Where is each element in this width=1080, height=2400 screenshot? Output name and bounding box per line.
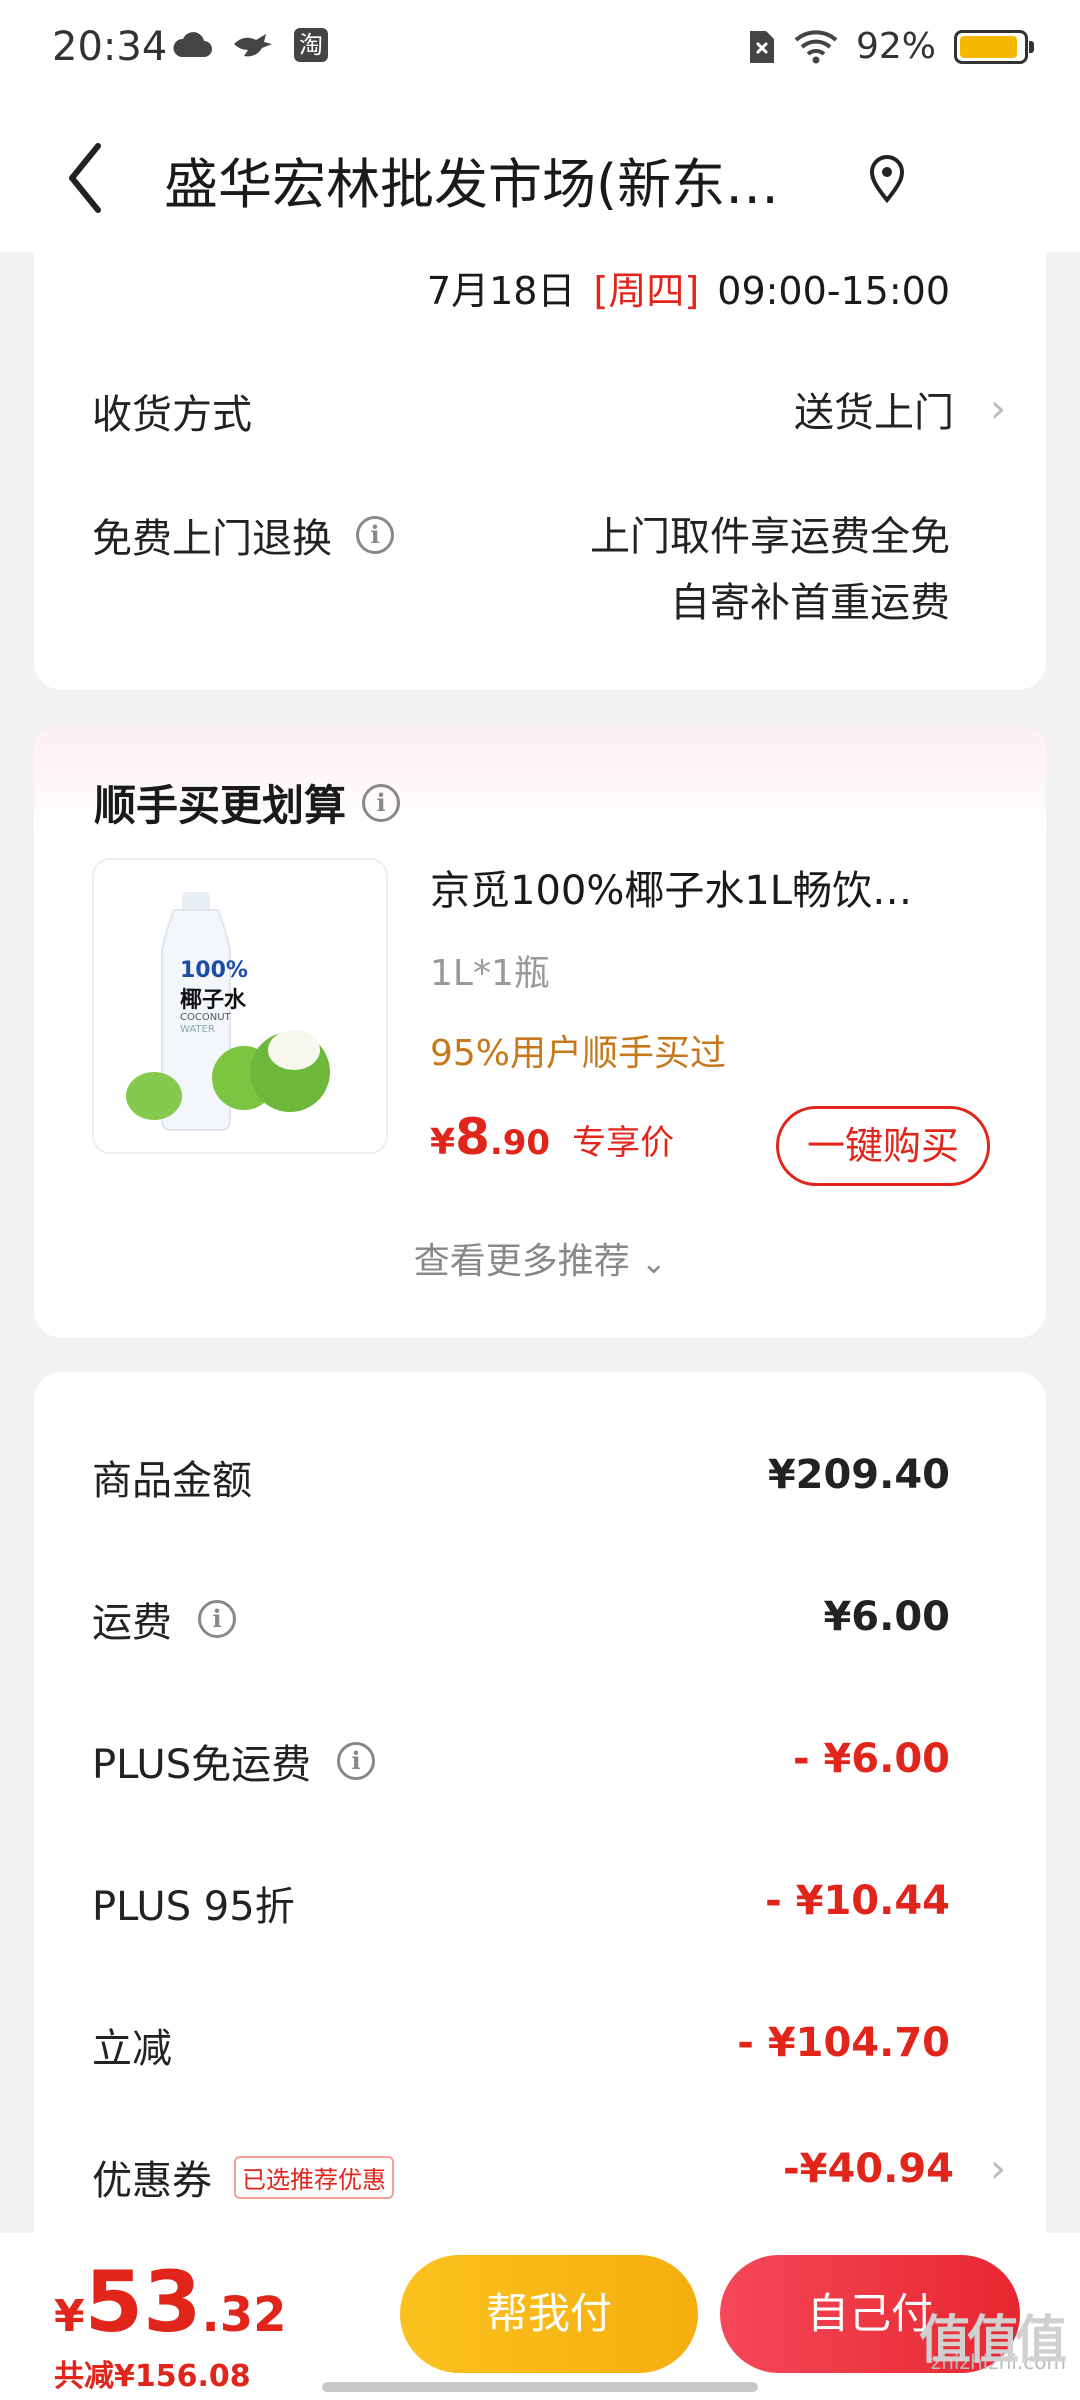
social-proof: 95%用户顺手买过 — [430, 1033, 727, 1074]
watermark: 值值值 zhizhizhi.com — [919, 2311, 1067, 2374]
cloud-icon — [173, 32, 212, 57]
delivery-time[interactable]: 7月18日 [周四] 09:00-15:00 — [427, 260, 950, 315]
info-icon[interactable]: i — [356, 516, 394, 554]
product-image[interactable]: 100% 椰子水 COCONUT WATER — [92, 858, 388, 1154]
bottle-text-2: 椰子水 — [180, 988, 247, 1013]
delivery-date: 7月18日 — [426, 269, 576, 313]
price-int: 8 — [455, 1108, 490, 1166]
see-more-label: 查看更多推荐 — [413, 1241, 630, 1282]
shipping-label: 运费 — [92, 1600, 172, 1646]
coupon-label: 优惠券 — [92, 2158, 212, 2204]
status-bar: 20:34 淘 92% — [0, 0, 1080, 100]
subtotal-label: 商品金额 — [92, 1458, 252, 1504]
quick-buy-button[interactable]: 一键购买 — [776, 1106, 990, 1186]
free-return-line2: 自寄补首重运费 — [670, 580, 950, 626]
plus-discount-value: - ¥10.44 — [765, 1878, 950, 1924]
total-currency: ¥ — [54, 2291, 85, 2342]
subtotal-value: ¥209.40 — [767, 1452, 950, 1498]
total-dec: .32 — [201, 2287, 287, 2343]
recommend-title: 顺手买更划算 — [94, 781, 347, 830]
page-title: 盛华宏林批发市场(新东… — [164, 153, 780, 216]
total-int: 53 — [84, 2253, 202, 2351]
product-price: ¥ 8 .90 专享价 — [430, 1108, 674, 1166]
chevron-right-icon: › — [990, 2146, 1006, 2192]
home-indicator[interactable] — [322, 2382, 758, 2392]
bottle-text-4: WATER — [180, 1024, 215, 1035]
status-time: 20:34 — [52, 24, 168, 70]
plus-discount-label: PLUS 95折 — [92, 1884, 295, 1930]
battery-percent: 92% — [855, 26, 936, 67]
plus-free-shipping-label: PLUS免运费 — [92, 1742, 312, 1788]
delivery-method-row[interactable]: 送货上门 › — [794, 380, 1006, 438]
shipping-value: ¥6.00 — [823, 1594, 950, 1640]
bottle-text-1: 100% — [180, 958, 248, 983]
sim-icon — [749, 30, 774, 63]
help-pay-button[interactable]: 帮我付 — [400, 2255, 698, 2373]
free-return-line1: 上门取件享运费全免 — [590, 514, 950, 560]
shipping-label-row: 运费 i — [92, 1590, 236, 1648]
status-right: 92% — [748, 26, 1034, 67]
info-icon[interactable]: i — [362, 783, 401, 822]
top-nav: 盛华宏林批发市场(新东… — [0, 100, 1080, 252]
product-spec: 1L*1瓶 — [430, 953, 550, 994]
total-saved: 共减¥156.08 — [54, 2359, 251, 2394]
bottle-text-3: COCONUT — [180, 1012, 231, 1023]
delivery-card: 7月18日 [周四] 09:00-15:00 收货方式 送货上门 › 免费上门退… — [34, 252, 1046, 690]
battery-icon — [954, 29, 1034, 64]
see-more-recommend[interactable]: 查看更多推荐 ⌄ — [34, 1232, 1046, 1284]
recommend-card: 顺手买更划算 i 100% 椰子水 COCONUT WATER 京觅100%椰子… — [34, 724, 1046, 1338]
instant-discount-value: - ¥104.70 — [737, 2020, 950, 2066]
price-summary-card: 商品金额 ¥209.40 运费 i ¥6.00 PLUS免运费 i - ¥6.0… — [34, 1372, 1046, 2272]
price-currency: ¥ — [430, 1122, 456, 1163]
free-return-label: 免费上门退换 — [92, 516, 332, 562]
product-name[interactable]: 京觅100%椰子水1L畅饮… — [430, 858, 1010, 916]
price-tag: 专享价 — [572, 1123, 675, 1163]
coupon-row[interactable]: -¥40.94 › — [783, 2146, 1006, 2192]
watermark-logo: 值值值 — [918, 2311, 1067, 2371]
chevron-right-icon: › — [990, 386, 1006, 432]
delivery-weekday: [周四] — [593, 269, 700, 313]
bird-icon — [234, 34, 272, 57]
free-return-label-row: 免费上门退换 i — [92, 506, 394, 564]
coupon-value: -¥40.94 — [783, 2146, 954, 2192]
coupon-label-row: 优惠券 已选推荐优惠 — [92, 2148, 394, 2206]
delivery-method-label: 收货方式 — [92, 392, 252, 438]
total-price: ¥ 53 .32 — [54, 2253, 287, 2351]
delivery-time-range: 09:00-15:00 — [717, 269, 950, 313]
plus-free-shipping-value: - ¥6.00 — [792, 1736, 950, 1782]
chevron-down-icon: ⌄ — [641, 1246, 667, 1281]
back-icon[interactable] — [58, 138, 118, 218]
battery-level — [960, 35, 1018, 58]
taobao-icon: 淘 — [294, 28, 328, 62]
delivery-method-value: 送货上门 — [794, 390, 954, 436]
status-left-icons: 淘 — [172, 28, 328, 62]
wifi-icon — [794, 29, 838, 63]
recommend-header: 顺手买更划算 i — [94, 772, 401, 833]
info-icon[interactable]: i — [198, 1600, 236, 1638]
price-dec: .90 — [489, 1123, 551, 1163]
location-pin-icon[interactable] — [862, 148, 912, 208]
instant-discount-label: 立减 — [92, 2026, 172, 2072]
plus-free-shipping-label-row: PLUS免运费 i — [92, 1732, 376, 1790]
info-icon[interactable]: i — [337, 1742, 376, 1780]
coupon-badge: 已选推荐优惠 — [234, 2155, 394, 2199]
